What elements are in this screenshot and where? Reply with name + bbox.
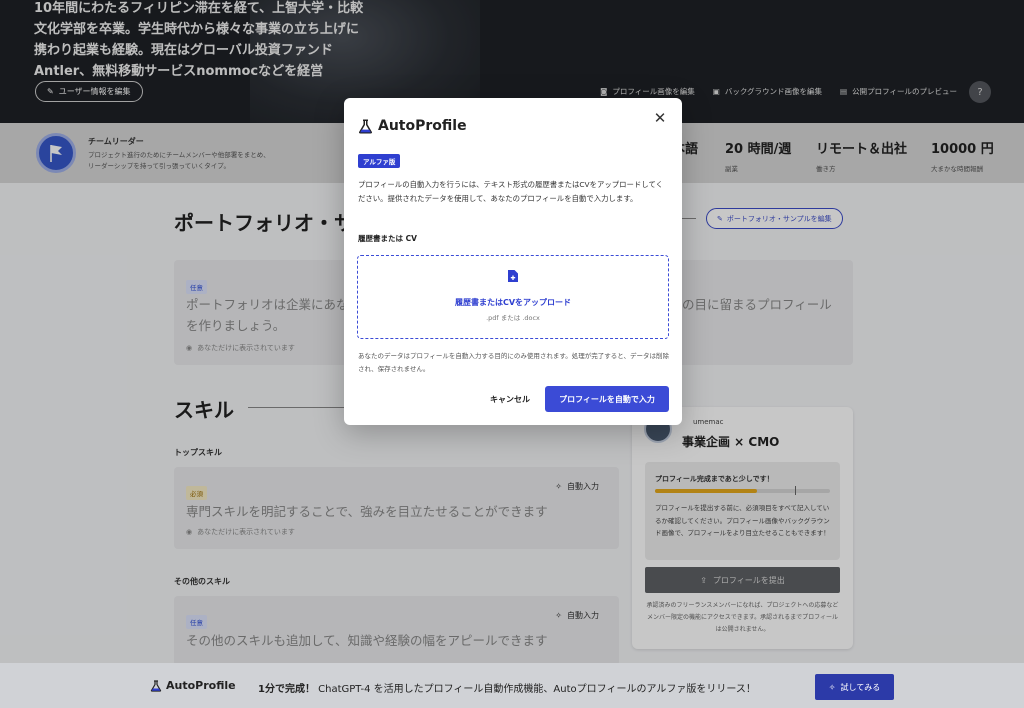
- upload-title: 履歴書またはCVをアップロード: [454, 298, 572, 307]
- announcement-bold: 1分で完成！: [258, 684, 315, 695]
- file-upload-icon: [508, 270, 518, 282]
- flask-icon: [150, 679, 162, 692]
- try-it-label: 試してみる: [840, 682, 881, 692]
- modal-description: プロフィールの自動入力を行うには、テキスト形式の履歴書またはCVをアップロードし…: [358, 180, 664, 203]
- announcement-rest: ChatGPT-4 を活用したプロフィール自動作成機能、Autoプロフィールのア…: [314, 684, 756, 695]
- upload-formats: .pdf または .docx: [486, 314, 540, 322]
- modal-logo: AutoProfile: [358, 118, 467, 134]
- privacy-note: あなたのデータはプロフィールを自動入力する目的にのみ使用されます。処理が完了する…: [358, 352, 669, 373]
- close-icon[interactable]: ✕: [653, 111, 667, 126]
- announcement-logo: AutoProfile: [150, 679, 236, 692]
- flask-icon: [359, 119, 372, 133]
- autofill-profile-button[interactable]: プロフィールを自動で入力: [545, 386, 669, 412]
- resume-label: 履歴書または CV: [358, 234, 417, 243]
- alpha-badge: アルファ版: [358, 154, 401, 168]
- autoprofile-modal: AutoProfile ✕ アルファ版 プロフィールの自動入力を行うには、テキス…: [344, 98, 682, 425]
- try-it-button[interactable]: ✧ 試してみる: [815, 674, 894, 700]
- announcement-text: 1分で完成！ ChatGPT-4 を活用したプロフィール自動作成機能、Autoプ…: [258, 680, 756, 695]
- announcement-logo-text: AutoProfile: [166, 679, 236, 692]
- magic-wand-icon: ✧: [828, 682, 836, 692]
- resume-upload-dropzone[interactable]: 履歴書またはCVをアップロード .pdf または .docx: [357, 255, 669, 339]
- modal-logo-text: AutoProfile: [378, 118, 467, 134]
- cancel-button[interactable]: キャンセル: [484, 388, 536, 410]
